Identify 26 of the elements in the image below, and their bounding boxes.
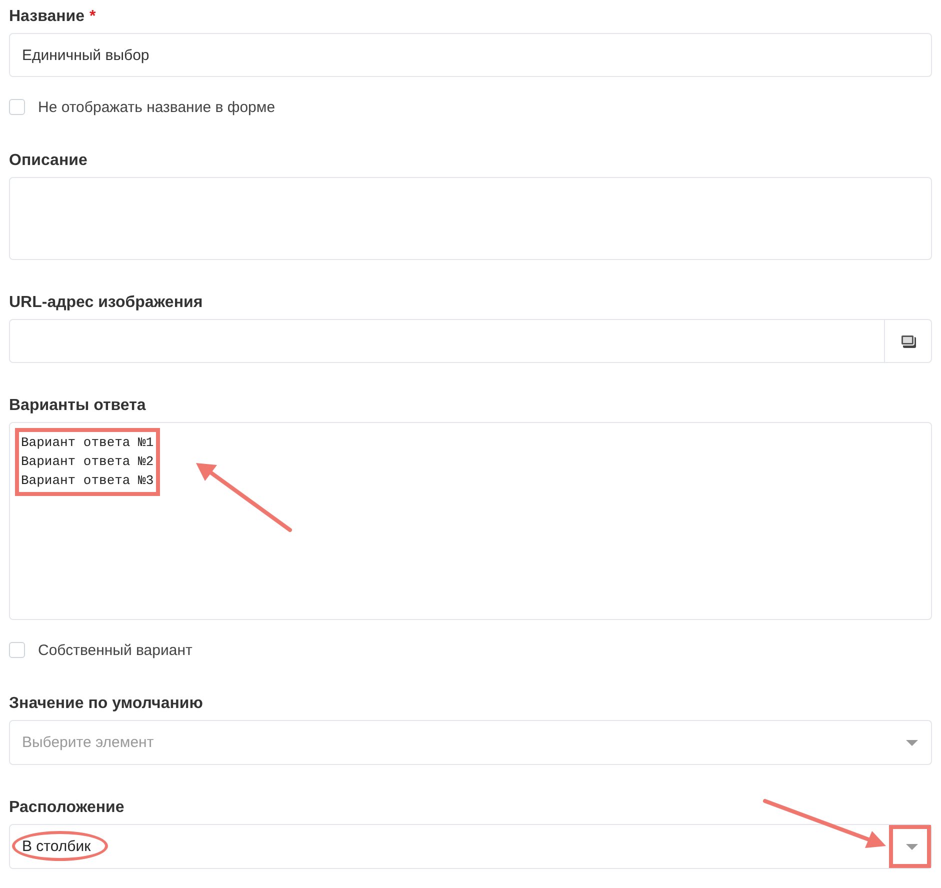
checkbox-label[interactable]: Собственный вариант <box>38 642 192 658</box>
caret-icon <box>906 844 918 850</box>
highlight-frame <box>889 825 931 868</box>
name-field[interactable]: Единичный выбор <box>9 33 932 77</box>
text-area[interactable] <box>9 177 932 260</box>
checkbox-label[interactable]: Не отображать название в форме <box>38 98 276 116</box>
checkbox[interactable] <box>9 99 25 115</box>
field-label: Варианты ответа <box>9 397 146 415</box>
image-icon <box>900 334 916 348</box>
image-button[interactable] <box>885 319 932 363</box>
checkbox[interactable] <box>9 642 25 658</box>
answer-option-line: Вариант ответа №2 <box>21 453 154 471</box>
url-field[interactable] <box>9 319 885 363</box>
answer-option-line: Вариант ответа №3 <box>21 472 154 490</box>
caret-icon <box>906 740 918 746</box>
answer-option-line: Вариант ответа №1 <box>21 434 154 452</box>
field-label: Значение по умолчанию <box>9 695 203 713</box>
required-mark: * <box>90 8 96 26</box>
select-field[interactable]: В столбик <box>9 824 932 869</box>
field-label: Описание <box>9 152 88 170</box>
text-area[interactable]: Вариант ответа №1 Вариант ответа №2 Вариант ответа №3 <box>9 422 932 620</box>
select-placeholder: Выберите элемент <box>22 734 154 751</box>
field-label: URL-адрес изображения <box>9 294 203 312</box>
field-label: Название <box>9 8 85 26</box>
field-label: Расположение <box>9 799 124 817</box>
select-value: В столбик <box>22 838 91 855</box>
